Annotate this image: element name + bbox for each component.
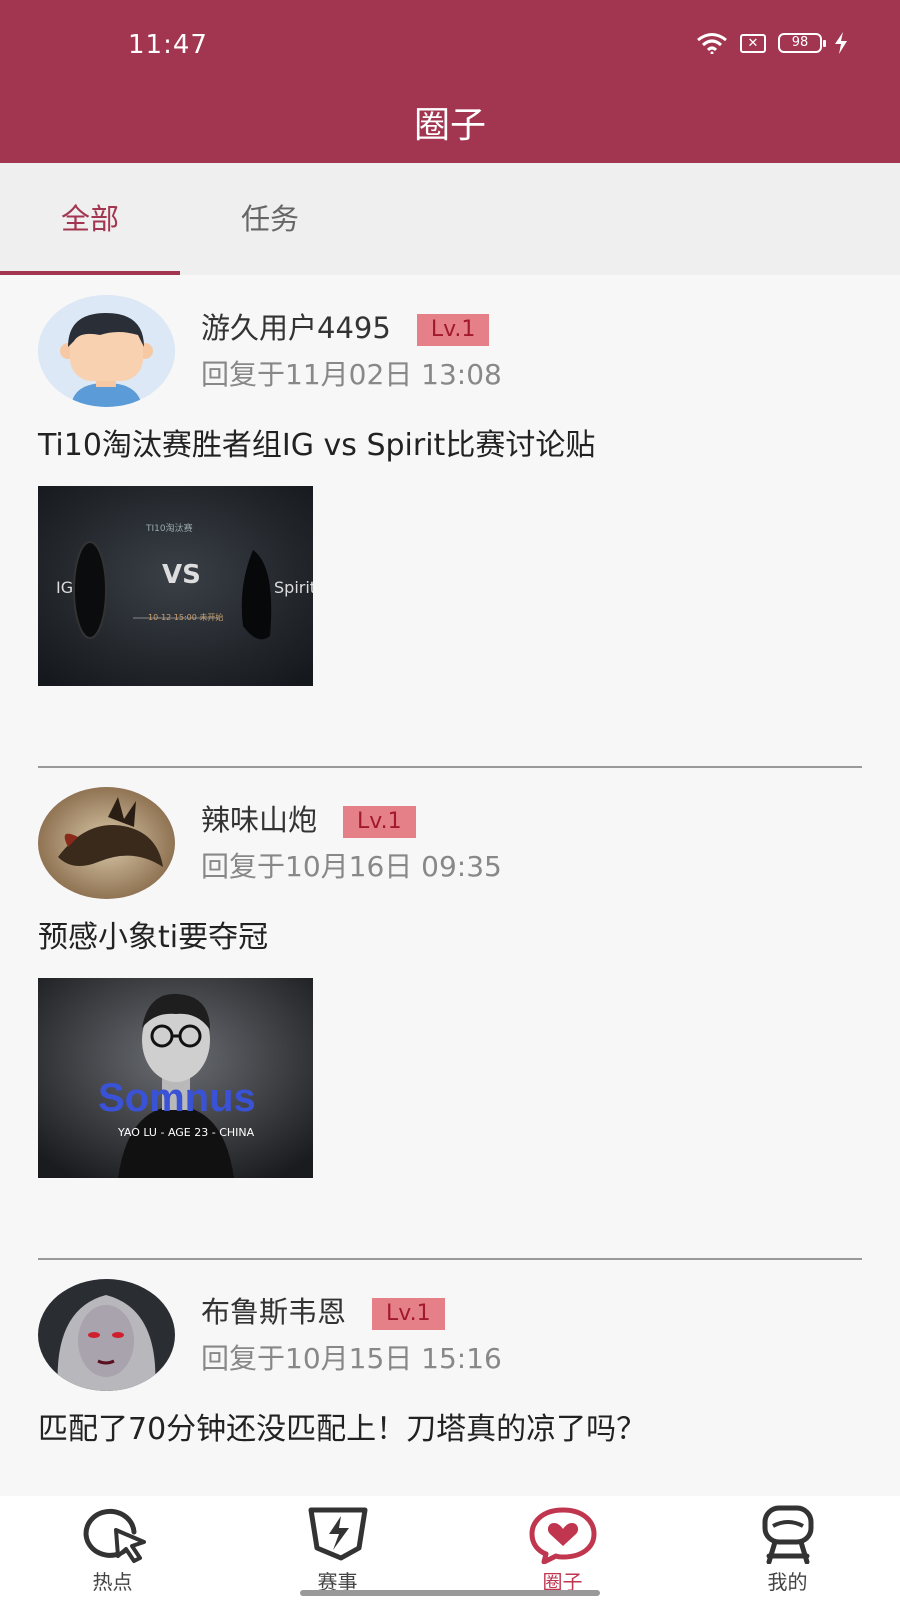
post-username[interactable]: 布鲁斯韦恩 Lv.1: [201, 1289, 445, 1331]
banner-right-text: Spirit: [274, 578, 313, 597]
nav-label-hotspot: 热点: [92, 1570, 133, 1594]
post-title[interactable]: 匹配了70分钟还没匹配上！刀塔真的凉了吗？: [38, 1404, 646, 1448]
bottom-nav: 热点 赛事 圈子 我的: [0, 1496, 900, 1600]
match-icon: [308, 1507, 368, 1561]
page-title: 圈子: [413, 105, 486, 146]
hotspot-icon: [83, 1508, 146, 1563]
post-title[interactable]: 预感小象ti要夺冠: [38, 912, 268, 956]
banner-left-text: IG: [56, 578, 74, 597]
reply-time: 回复于10月15日 15:16: [201, 1342, 502, 1375]
charging-icon: [835, 32, 847, 54]
post-divider: [38, 1258, 862, 1260]
default-user-avatar-icon: [38, 295, 175, 407]
banner-sub-text: 10-12 15:00 未开始: [148, 613, 224, 622]
wifi-icon: [697, 33, 727, 54]
nav-label-profile: 我的: [767, 1570, 808, 1594]
post-title[interactable]: Ti10淘汰赛胜者组IG vs Spirit比赛讨论贴: [38, 420, 595, 464]
avatar[interactable]: [38, 787, 175, 899]
tab-tasks[interactable]: 任务: [180, 163, 360, 275]
home-indicator[interactable]: [300, 1590, 600, 1596]
avatar[interactable]: [38, 1279, 175, 1391]
nav-hotspot[interactable]: 热点: [0, 1496, 225, 1600]
profile-icon: [762, 1505, 814, 1564]
post-username[interactable]: 辣味山炮 Lv.1: [201, 797, 416, 839]
player-info-text: YAO LU - AGE 23 - CHINA: [118, 1126, 255, 1139]
banner-vs-text: VS: [162, 560, 201, 590]
post-username[interactable]: 游久用户4495 Lv.1: [201, 305, 490, 347]
level-badge: Lv.1: [416, 314, 490, 346]
app-header: 11:47 ✕ 98 圈子: [0, 0, 900, 163]
nav-circle[interactable]: 圈子: [450, 1496, 675, 1600]
post-divider: [38, 766, 862, 768]
tab-all[interactable]: 全部: [0, 163, 180, 275]
reply-time: 回复于10月16日 09:35: [201, 850, 502, 883]
status-icons: ✕ 98: [696, 32, 848, 54]
sim-x-icon: ✕: [740, 33, 766, 53]
banner-top-text: TI10淘汰赛: [146, 524, 193, 534]
nav-profile[interactable]: 我的: [675, 1496, 900, 1600]
post-image[interactable]: Somnus YAO LU - AGE 23 - CHINA: [38, 978, 313, 1178]
status-time: 11:47: [128, 30, 208, 60]
player-name-text: Somnus: [98, 1076, 256, 1120]
level-badge: Lv.1: [372, 1298, 445, 1330]
nav-matches[interactable]: 赛事: [225, 1496, 450, 1600]
dragon-avatar-image: [38, 787, 175, 899]
hero-avatar-image: [38, 1279, 175, 1391]
tab-bar: 全部 任务: [0, 163, 900, 275]
post-image[interactable]: TI10淘汰赛 IG VS Spirit 10-12 15:00 未开始: [38, 486, 313, 686]
circle-heart-icon: [529, 1507, 597, 1564]
battery-icon: 98: [778, 33, 826, 53]
level-badge: Lv.1: [343, 806, 416, 838]
avatar[interactable]: [38, 295, 175, 407]
reply-time: 回复于11月02日 13:08: [201, 358, 502, 391]
active-tab-indicator: [0, 271, 180, 275]
